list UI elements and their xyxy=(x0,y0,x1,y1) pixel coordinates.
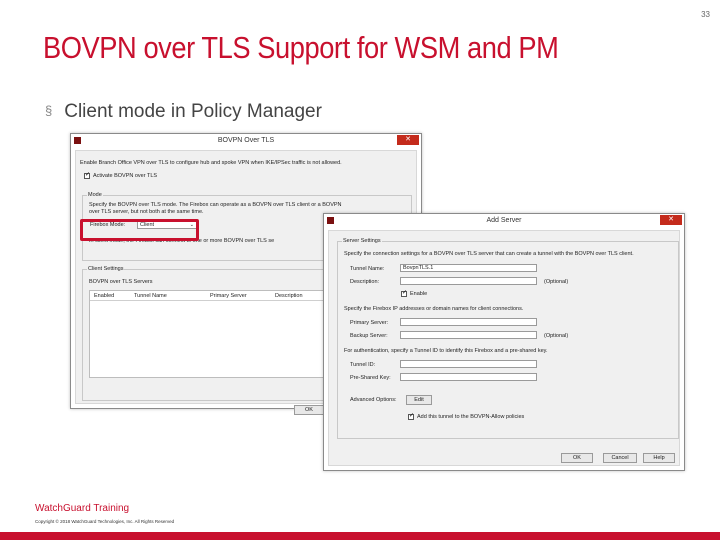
bovpn-dialog-titlebar[interactable]: BOVPN Over TLS ✕ xyxy=(71,134,421,148)
pre-shared-key-label: Pre-Shared Key: xyxy=(350,375,391,381)
server-settings-group-label: Server Settings xyxy=(342,238,382,244)
mode-help-line-2: over TLS server, but not both at the sam… xyxy=(89,209,204,215)
servers-list-label: BOVPN over TLS Servers xyxy=(89,279,153,285)
tunnel-name-input[interactable]: BovpnTLS.1 xyxy=(400,264,537,272)
advanced-edit-button[interactable]: Edit xyxy=(406,395,432,405)
advanced-options-label: Advanced Options: xyxy=(350,397,397,403)
enable-label: Enable xyxy=(410,291,428,297)
slide-title: BOVPN over TLS Support for WSM and PM xyxy=(43,30,559,65)
server-intro-text: Specify the connection settings for a BO… xyxy=(344,251,634,257)
footer-brand: WatchGuard Training xyxy=(35,503,130,514)
footer-accent-bar xyxy=(0,532,720,540)
servers-table-header: Enabled Tunnel Name Primary Server Descr… xyxy=(90,291,328,301)
description-optional-note: (Optional) xyxy=(544,279,569,285)
add-server-help-button[interactable]: Help xyxy=(643,453,675,463)
primary-server-input[interactable] xyxy=(400,318,537,326)
add-server-dialog: Add Server ✕ Server Settings Specify the… xyxy=(323,213,685,471)
column-header-primary-server[interactable]: Primary Server xyxy=(210,293,247,299)
bovpn-dialog-close-button[interactable]: ✕ xyxy=(397,135,419,145)
backup-server-optional-note: (Optional) xyxy=(544,333,569,339)
server-settings-groupbox: Server Settings Specify the connection s… xyxy=(337,238,679,439)
column-header-tunnel-name[interactable]: Tunnel Name xyxy=(134,293,167,299)
add-to-policies-checkbox[interactable] xyxy=(408,412,414,420)
mode-help-line-1: Specify the BOVPN over TLS mode. The Fir… xyxy=(89,202,342,208)
slide-number: 33 xyxy=(701,10,710,19)
pre-shared-key-input[interactable] xyxy=(400,373,537,381)
auth-help-text: For authentication, specify a Tunnel ID … xyxy=(344,348,548,354)
bullet-point: § Client mode in Policy Manager xyxy=(45,101,322,123)
tunnel-id-input[interactable] xyxy=(400,360,537,368)
primary-server-label: Primary Server: xyxy=(350,320,389,326)
column-header-enabled[interactable]: Enabled xyxy=(94,293,114,299)
enable-checkbox[interactable] xyxy=(401,289,407,297)
add-server-titlebar[interactable]: Add Server ✕ xyxy=(324,214,684,228)
activate-bovpn-label: Activate BOVPN over TLS xyxy=(93,173,158,179)
column-header-description[interactable]: Description xyxy=(275,293,303,299)
add-server-ok-button[interactable]: OK xyxy=(561,453,593,463)
bovpn-intro-text: Enable Branch Office VPN over TLS to con… xyxy=(80,160,342,166)
firebox-mode-highlight xyxy=(80,219,199,241)
bullet-text: Client mode in Policy Manager xyxy=(64,101,322,122)
backup-server-label: Backup Server: xyxy=(350,333,388,339)
tunnel-id-label: Tunnel ID: xyxy=(350,362,376,368)
add-server-cancel-button[interactable]: Cancel xyxy=(603,453,637,463)
add-to-policies-label: Add this tunnel to the BOVPN-Allow polic… xyxy=(417,414,525,420)
tunnel-name-label: Tunnel Name: xyxy=(350,266,385,272)
activate-bovpn-checkbox[interactable] xyxy=(84,171,90,179)
client-settings-group-label: Client Settings xyxy=(87,266,125,272)
description-label: Description: xyxy=(350,279,380,285)
add-server-body: Server Settings Specify the connection s… xyxy=(328,230,680,466)
mode-group-label: Mode xyxy=(87,192,103,198)
address-help-text: Specify the Firebox IP addresses or doma… xyxy=(344,306,524,312)
bovpn-dialog-title: BOVPN Over TLS xyxy=(217,137,275,144)
bullet-mark: § xyxy=(45,103,53,118)
servers-table[interactable]: Enabled Tunnel Name Primary Server Descr… xyxy=(89,290,329,378)
add-server-close-button[interactable]: ✕ xyxy=(660,215,682,225)
description-input[interactable] xyxy=(400,277,537,285)
add-server-title: Add Server xyxy=(486,217,522,224)
bovpn-ok-button[interactable]: OK xyxy=(294,405,324,415)
backup-server-input[interactable] xyxy=(400,331,537,339)
footer-copyright: Copyright © 2018 WatchGuard Technologies… xyxy=(35,519,175,524)
